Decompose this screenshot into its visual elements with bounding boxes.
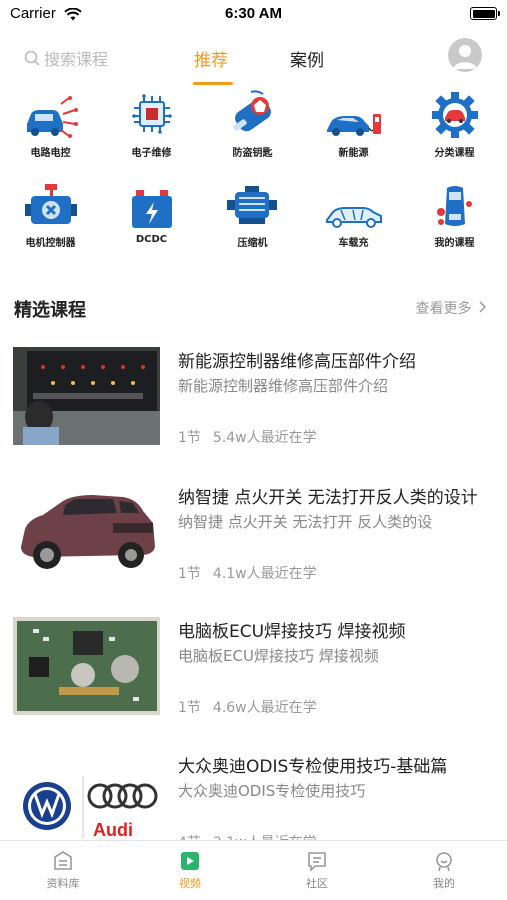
tab-cases[interactable]: 案例	[290, 46, 324, 71]
category-label: 压缩机	[237, 238, 268, 249]
chevron-right-icon	[479, 301, 487, 313]
course-sections: 1节	[178, 430, 201, 446]
category-compressor[interactable]: 压缩机	[202, 182, 303, 249]
active-tab-indicator	[193, 82, 233, 85]
category-my-courses[interactable]: 我的课程	[404, 182, 505, 249]
library-icon	[54, 851, 72, 870]
course-subtitle: 电脑板ECU焊接技巧 焊接视频	[178, 647, 379, 665]
course-title: 新能源控制器维修高压部件介绍	[178, 352, 416, 372]
vw-audi-logo: Audi	[13, 752, 160, 850]
chat-icon	[308, 852, 326, 872]
red-suv-photo	[13, 483, 160, 581]
my-courses-icon	[436, 186, 472, 226]
course-learners: 4.6w人最近在学	[212, 700, 317, 716]
course-title: 纳智捷 点火开关 无法打开反人类的设计	[178, 488, 478, 508]
category-label: 车载充	[338, 238, 369, 249]
bottom-tab-bar: 资料库 视频 社区 我的	[0, 840, 507, 900]
see-more-label: 查看更多	[415, 301, 472, 317]
course-item[interactable]: 新能源控制器维修高压部件介绍 新能源控制器维修高压部件介绍 1节 5.4w人最近在…	[0, 347, 507, 457]
course-meta: 1节 4.6w人最近在学	[178, 697, 317, 717]
course-learners: 4.1w人最近在学	[212, 566, 317, 582]
course-subtitle: 新能源控制器维修高压部件介绍	[178, 377, 389, 395]
course-sections: 1节	[178, 700, 201, 716]
tab-label: 资料库	[46, 877, 80, 890]
gear-car-icon	[431, 92, 478, 138]
category-dcdc[interactable]: DCDC	[101, 182, 202, 245]
tab-label: 视频	[179, 877, 201, 890]
course-item[interactable]: 纳智捷 点火开关 无法打开反人类的设计 纳智捷 点火开关 无法打开 反人类的设 …	[0, 483, 507, 593]
category-electronics[interactable]: 电子维修	[101, 92, 202, 159]
profile-icon	[436, 852, 452, 872]
tab-profile[interactable]: 我的	[381, 847, 507, 891]
category-new-energy[interactable]: 新能源	[303, 92, 404, 159]
course-meta: 1节 5.4w人最近在学	[178, 427, 317, 447]
category-motor-controller[interactable]: 电机控制器	[0, 182, 101, 249]
tab-library[interactable]: 资料库	[0, 847, 126, 891]
onboard-charger-icon	[325, 207, 382, 228]
course-title: 电脑板ECU焊接技巧 焊接视频	[178, 622, 406, 642]
video-icon	[181, 852, 199, 870]
course-item[interactable]: 电脑板ECU焊接技巧 焊接视频 电脑板ECU焊接技巧 焊接视频 1节 4.6w人最…	[0, 617, 507, 727]
category-label: 电机控制器	[25, 238, 76, 249]
user-avatar-icon	[453, 45, 477, 69]
section-title: 精选课程	[14, 300, 86, 321]
circuit-car-icon	[26, 96, 78, 138]
motor-controller-icon	[24, 184, 77, 224]
search-placeholder: 搜索课程	[44, 50, 109, 69]
course-subtitle: 大众奥迪ODIS专检使用技巧	[178, 782, 366, 800]
top-nav: 搜索课程 推荐 案例	[0, 36, 507, 86]
course-subtitle: 纳智捷 点火开关 无法打开 反人类的设	[178, 513, 433, 531]
tab-community[interactable]: 社区	[254, 847, 380, 891]
category-classify[interactable]: 分类课程	[404, 92, 505, 159]
svg-text:Audi: Audi	[93, 820, 133, 840]
search-icon	[24, 50, 40, 66]
engine-icon	[226, 186, 277, 224]
battery-icon	[131, 190, 172, 228]
course-learners: 5.4w人最近在学	[212, 430, 317, 446]
category-label: 电子维修	[131, 148, 172, 159]
course-meta: 1节 4.1w人最近在学	[178, 563, 317, 583]
avatar[interactable]	[448, 38, 482, 72]
ev-charging-icon	[326, 114, 381, 136]
category-label: 防盗钥匙	[232, 148, 273, 159]
chip-icon	[131, 94, 172, 134]
category-label: 分类课程	[434, 148, 475, 159]
see-more-link[interactable]: 查看更多	[416, 298, 487, 318]
tab-label: 社区	[306, 877, 328, 890]
battery-icon	[470, 7, 500, 20]
search-input[interactable]: 搜索课程	[24, 46, 108, 70]
category-onboard-charger[interactable]: 车载充	[303, 182, 404, 249]
circuit-board-photo	[13, 617, 160, 715]
course-title: 大众奥迪ODIS专检使用技巧-基础篇	[178, 757, 448, 777]
status-bar: Carrier 6:30 AM	[0, 0, 507, 28]
car-key-icon	[232, 90, 271, 132]
category-label: 我的课程	[434, 238, 475, 249]
category-label: 电路电控	[30, 148, 71, 159]
category-label: DCDC	[135, 234, 168, 245]
category-circuit[interactable]: 电路电控	[0, 92, 101, 159]
course-sections: 1节	[178, 566, 201, 582]
tab-label: 我的	[433, 877, 455, 890]
instrument-panel-photo	[13, 347, 160, 445]
clock: 6:30 AM	[225, 5, 282, 22]
category-car-key[interactable]: 防盗钥匙	[202, 90, 303, 159]
tab-recommend[interactable]: 推荐	[194, 46, 228, 71]
tab-video[interactable]: 视频	[127, 847, 253, 891]
category-label: 新能源	[338, 148, 369, 159]
